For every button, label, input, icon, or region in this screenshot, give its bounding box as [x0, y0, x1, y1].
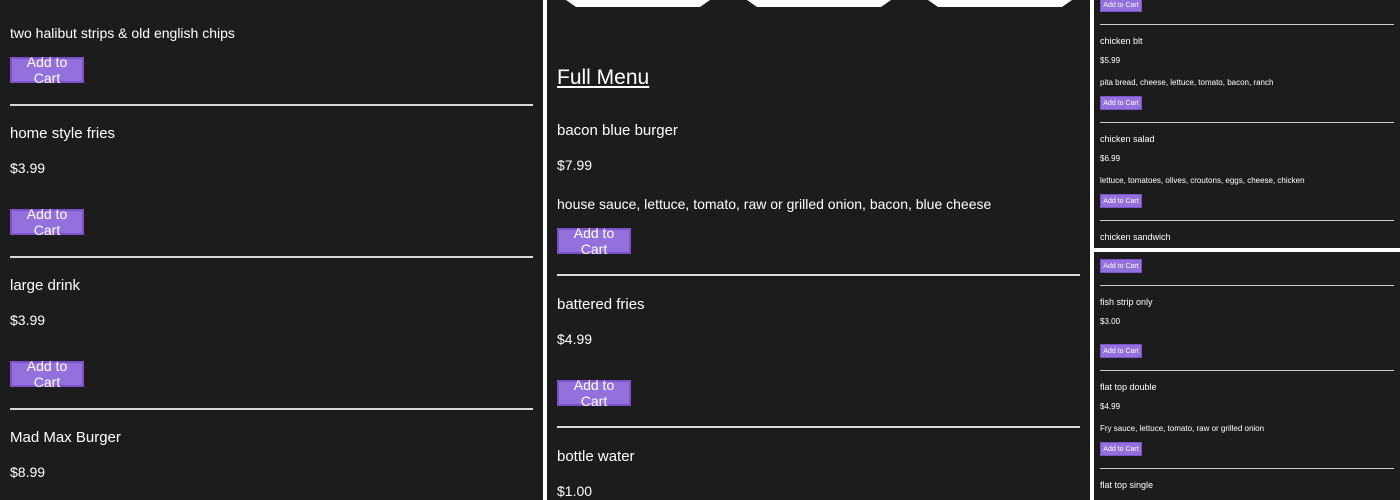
menu-panel-middle: Full Menu bacon blue burger $7.99 house … [547, 0, 1090, 500]
divider [1100, 220, 1394, 221]
menu-panel-left: two halibut strips & old english chips A… [0, 0, 543, 500]
add-to-cart-button[interactable]: Add to Cart [1100, 344, 1142, 358]
add-to-cart-button[interactable]: Add to Cart [10, 358, 84, 390]
menu-panel-right-bottom: Add to Cart fish strip only $3.00 Add to… [1094, 252, 1400, 500]
item-price: $1.00 [557, 483, 593, 499]
add-to-cart-button[interactable]: Add to Cart [1100, 96, 1142, 110]
divider [557, 426, 1080, 428]
item-description: Fry sauce, lettuce, tomato, raw or grill… [1100, 424, 1265, 433]
item-name: bacon blue burger [557, 122, 678, 139]
decorative-shape [747, 0, 891, 7]
add-to-cart-button[interactable]: Add to Cart [1100, 194, 1142, 208]
item-name: bottle water [557, 448, 635, 465]
item-price: $7.99 [557, 157, 593, 173]
item-price: $3.99 [10, 160, 46, 176]
item-name: battered fries [557, 296, 645, 313]
item-name: chicken salad [1100, 134, 1155, 144]
item-name: Mad Max Burger [10, 429, 121, 446]
item-description: lettuce, tomatoes, olives, croutons, egg… [1100, 176, 1305, 185]
item-description: house sauce, lettuce, tomato, raw or gri… [557, 196, 992, 212]
add-to-cart-button[interactable]: Add to Cart [10, 206, 84, 238]
divider [10, 256, 533, 258]
divider [1100, 468, 1394, 469]
item-description: two halibut strips & old english chips [10, 25, 235, 41]
divider [1100, 370, 1394, 371]
menu-panel-right-top: Add to Cart chicken blt $5.99 pita bread… [1094, 0, 1400, 248]
decorative-shape [566, 0, 710, 7]
item-price: $8.99 [10, 464, 46, 480]
item-name: flat top double [1100, 382, 1157, 392]
item-name: large drink [10, 277, 81, 294]
divider [10, 104, 533, 106]
item-name: home style fries [10, 125, 116, 142]
decorative-shape [928, 0, 1072, 7]
add-to-cart-button[interactable]: Add to Cart [557, 225, 631, 257]
divider [10, 408, 533, 410]
add-to-cart-button[interactable]: Add to Cart [1100, 259, 1142, 273]
divider [1100, 24, 1394, 25]
item-price: $3.99 [10, 312, 46, 328]
item-price: $6.99 [1100, 154, 1121, 163]
item-name: fish strip only [1100, 297, 1153, 307]
divider [557, 274, 1080, 276]
divider [1100, 122, 1394, 123]
item-description: pita bread, cheese, lettuce, tomato, bac… [1100, 78, 1274, 87]
item-name: chicken blt [1100, 36, 1143, 46]
full-menu-link[interactable]: Full Menu [557, 66, 649, 90]
item-price: $5.99 [1100, 56, 1121, 65]
divider [1100, 285, 1394, 286]
item-price: $4.99 [1100, 402, 1121, 411]
item-price: $3.00 [1100, 317, 1121, 326]
add-to-cart-button[interactable]: Add to Cart [10, 54, 84, 86]
item-price: $4.99 [557, 331, 593, 347]
add-to-cart-button[interactable]: Add to Cart [557, 377, 631, 409]
item-name: flat top single [1100, 480, 1154, 490]
item-name: chicken sandwich [1100, 232, 1171, 242]
add-to-cart-button[interactable]: Add to Cart [1100, 442, 1142, 456]
add-to-cart-button[interactable]: Add to Cart [1100, 0, 1142, 12]
